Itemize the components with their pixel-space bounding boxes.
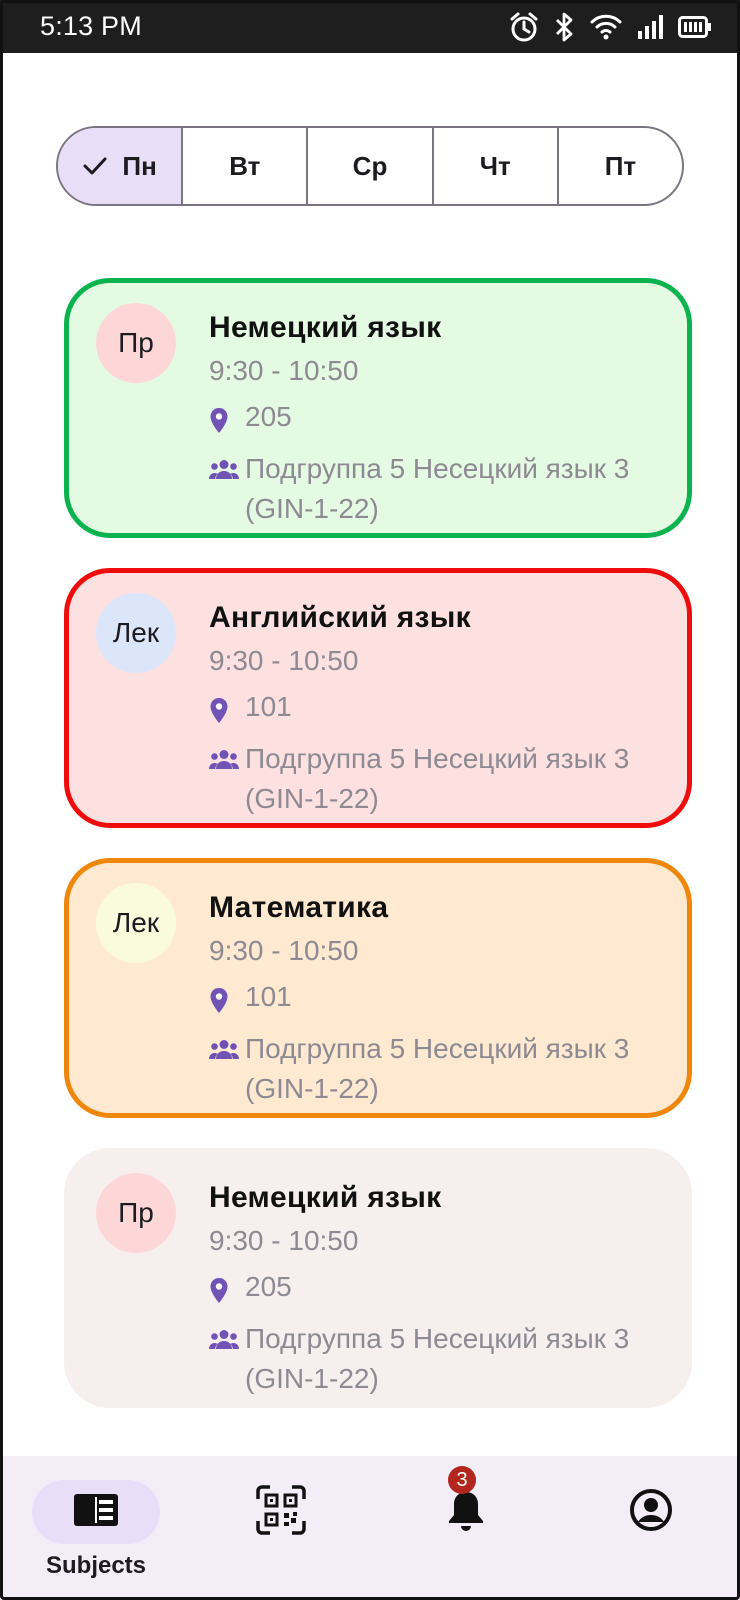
day-segment-tue[interactable]: Вт (181, 128, 306, 204)
day-selector: Пн Вт Ср Чт Пт (56, 126, 684, 206)
group-icon (209, 449, 245, 479)
location-pin-icon (209, 981, 245, 1015)
bottom-navigation: Subjects 3 (0, 1456, 740, 1600)
lesson-group-row: Подгруппа 5 Несецкий язык 3 (GIN-1-22) (209, 739, 669, 819)
lesson-room-row: 101 (209, 691, 669, 725)
lesson-time: 9:30 - 10:50 (209, 1225, 359, 1256)
day-label: Ср (352, 150, 388, 181)
nav-item-qr-scanner[interactable] (185, 1456, 370, 1600)
lesson-time: 9:30 - 10:50 (209, 935, 359, 966)
lesson-type-badge: Лек (96, 593, 176, 673)
alarm-icon (508, 11, 540, 43)
lesson-room-row: 205 (209, 1271, 669, 1305)
lesson-group-line2: (GIN-1-22) (245, 1363, 379, 1394)
lesson-type-badge: Лек (96, 883, 176, 963)
nav-pill (217, 1480, 345, 1544)
lesson-card[interactable]: Лек Английский язык 9:30 - 10:50 101 Под… (64, 568, 692, 828)
location-pin-icon (209, 1271, 245, 1305)
day-label: Пн (122, 150, 157, 181)
lesson-info: Математика 9:30 - 10:50 101 Подгруппа 5 … (209, 891, 669, 1109)
lesson-subject: Немецкий язык (209, 311, 442, 344)
group-icon (209, 739, 245, 769)
status-time: 5:13 PM (40, 11, 142, 41)
lesson-room-row: 205 (209, 401, 669, 435)
notification-count-badge: 3 (448, 1466, 476, 1494)
nav-item-profile[interactable] (555, 1456, 740, 1600)
status-bar: 5:13 PM (0, 0, 740, 53)
lesson-room: 101 (245, 981, 292, 1012)
lesson-subject: Немецкий язык (209, 1181, 442, 1214)
nav-pill (32, 1480, 160, 1544)
day-label: Вт (229, 150, 261, 181)
day-label: Пт (604, 150, 637, 181)
lesson-subject: Математика (209, 891, 389, 924)
lesson-time: 9:30 - 10:50 (209, 355, 359, 386)
day-segment-fri[interactable]: Пт (556, 128, 682, 204)
status-icons (508, 11, 712, 43)
lesson-card[interactable]: Пр Немецкий язык 9:30 - 10:50 205 Подгру… (64, 278, 692, 538)
lesson-group-line2: (GIN-1-22) (245, 493, 379, 524)
nav-item-subjects[interactable]: Subjects (0, 1456, 185, 1600)
lesson-info: Немецкий язык 9:30 - 10:50 205 Подгруппа… (209, 1181, 669, 1399)
day-segment-thu[interactable]: Чт (431, 128, 557, 204)
lesson-group-row: Подгруппа 5 Несецкий язык 3 (GIN-1-22) (209, 449, 669, 529)
lesson-group-line2: (GIN-1-22) (245, 1073, 379, 1104)
nav-item-notifications[interactable]: 3 (370, 1456, 555, 1600)
wifi-icon (590, 13, 622, 41)
lesson-card[interactable]: Лек Математика 9:30 - 10:50 101 Подгрупп… (64, 858, 692, 1118)
group-icon (209, 1319, 245, 1349)
lesson-room: 101 (245, 691, 292, 722)
lesson-type-badge: Пр (96, 303, 176, 383)
lesson-group-row: Подгруппа 5 Несецкий язык 3 (GIN-1-22) (209, 1029, 669, 1109)
battery-icon (678, 15, 712, 38)
lesson-room: 205 (245, 401, 292, 432)
bluetooth-icon (554, 11, 576, 43)
lesson-room: 205 (245, 1271, 292, 1302)
lesson-group-line1: Подгруппа 5 Несецкий язык 3 (245, 743, 630, 774)
lesson-type-badge: Пр (96, 1173, 176, 1253)
location-pin-icon (209, 401, 245, 435)
qr-code-icon (256, 1484, 306, 1540)
lesson-subject: Английский язык (209, 601, 471, 634)
lesson-group-line1: Подгруппа 5 Несецкий язык 3 (245, 453, 630, 484)
cellular-signal-icon (636, 13, 664, 41)
day-label: Чт (479, 150, 511, 181)
location-pin-icon (209, 691, 245, 725)
lesson-card[interactable]: Пр Немецкий язык 9:30 - 10:50 205 Подгру… (64, 1148, 692, 1408)
day-segment-wed[interactable]: Ср (306, 128, 431, 204)
lesson-group-line1: Подгруппа 5 Несецкий язык 3 (245, 1323, 630, 1354)
day-segment-mon[interactable]: Пн (58, 128, 182, 204)
account-icon (629, 1488, 673, 1537)
check-icon (82, 155, 108, 177)
lesson-group-row: Подгруппа 5 Несецкий язык 3 (GIN-1-22) (209, 1319, 669, 1399)
lesson-info: Немецкий язык 9:30 - 10:50 205 Подгруппа… (209, 311, 669, 529)
subjects-icon (73, 1493, 119, 1532)
bell-icon (446, 1488, 486, 1537)
nav-pill (587, 1480, 715, 1544)
lesson-time: 9:30 - 10:50 (209, 645, 359, 676)
lesson-group-line2: (GIN-1-22) (245, 783, 379, 814)
lesson-info: Английский язык 9:30 - 10:50 101 Подгруп… (209, 601, 669, 819)
lesson-group-line1: Подгруппа 5 Несецкий язык 3 (245, 1033, 630, 1064)
group-icon (209, 1029, 245, 1059)
nav-label-subjects: Subjects (45, 1552, 147, 1579)
lesson-room-row: 101 (209, 981, 669, 1015)
